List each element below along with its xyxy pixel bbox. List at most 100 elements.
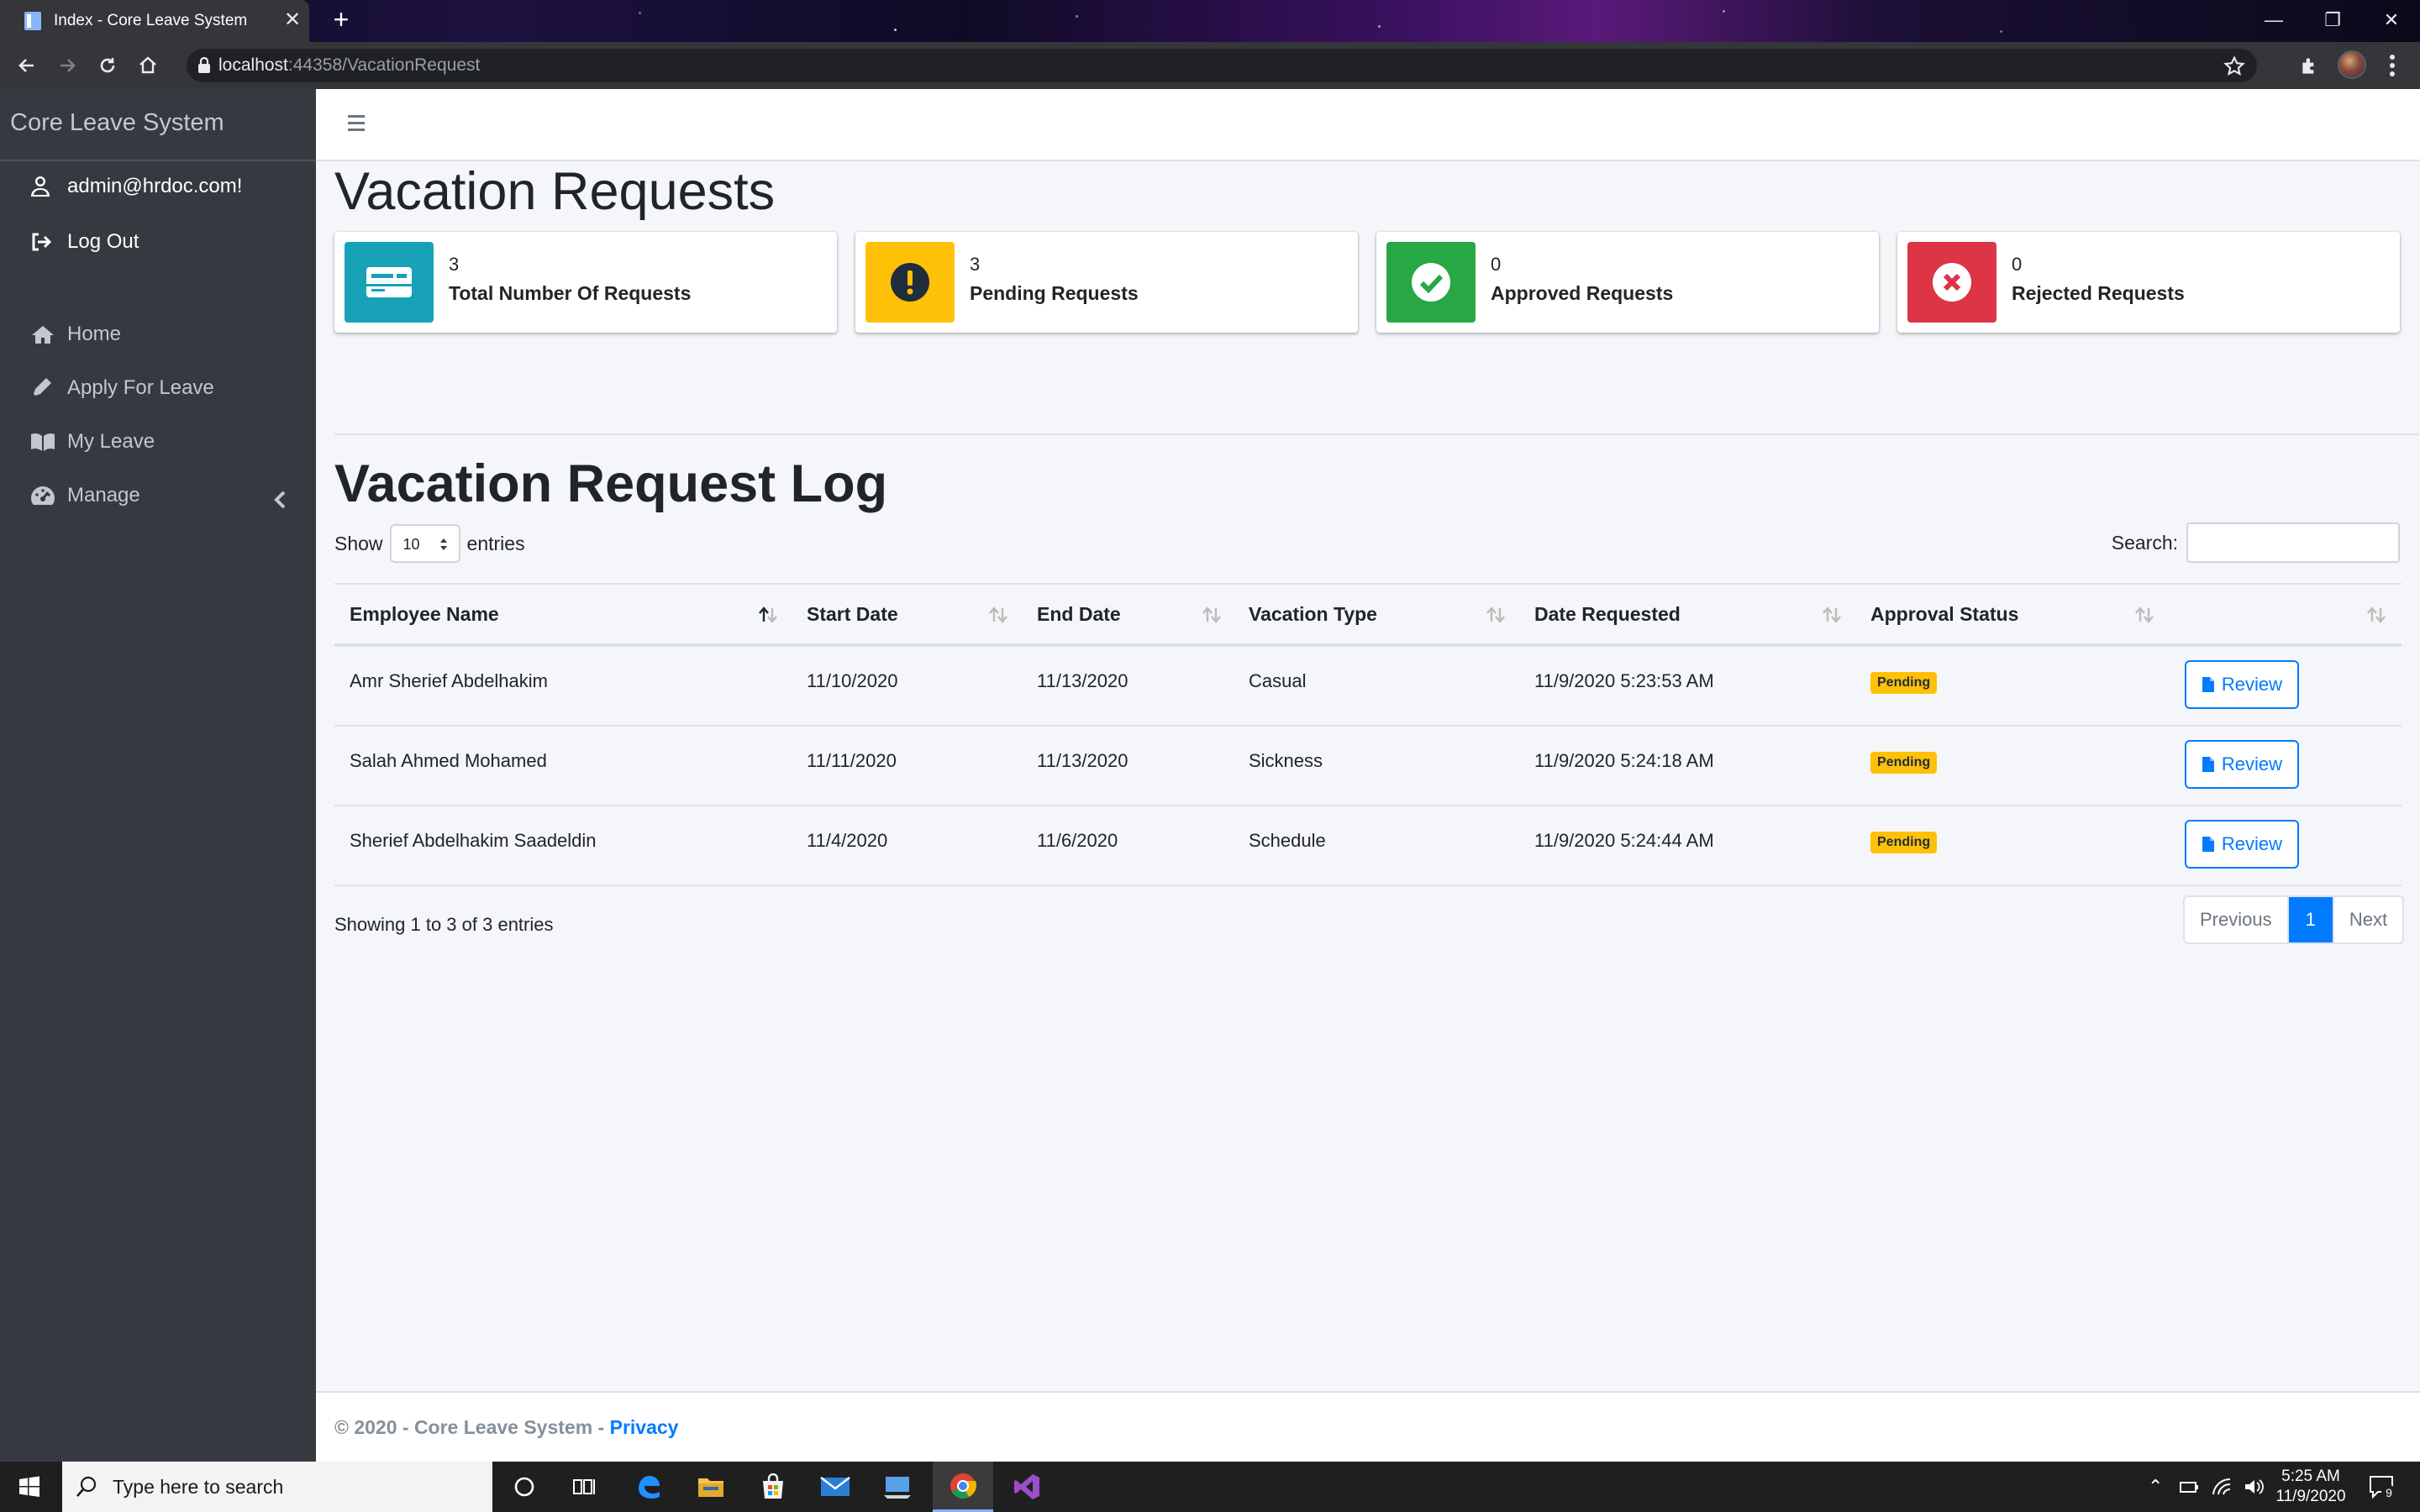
column-header-date-requested[interactable]: Date Requested	[1534, 603, 1681, 626]
search-input[interactable]	[2186, 522, 2400, 563]
new-tab-icon[interactable]: +	[328, 6, 355, 34]
cell-start-date: 11/10/2020	[807, 670, 898, 691]
sidebar-item-apply-for-leave[interactable]: Apply For Leave	[30, 370, 214, 407]
task-view-icon[interactable]	[555, 1462, 615, 1512]
copyright-text: © 2020 - Core Leave System -	[334, 1416, 610, 1438]
network-icon[interactable]	[2212, 1478, 2232, 1496]
search-icon	[76, 1476, 97, 1497]
stat-approved-requests: 0 Approved Requests	[1376, 232, 1879, 333]
brand-divider	[0, 160, 316, 161]
previous-page-button[interactable]: Previous	[2185, 897, 2287, 942]
store-icon[interactable]	[743, 1462, 803, 1512]
column-header-approval-status[interactable]: Approval Status	[1870, 603, 2018, 626]
sidebar-item-label: Manage	[67, 484, 140, 507]
sort-icon[interactable]	[2133, 605, 2156, 625]
chrome-icon[interactable]	[933, 1462, 993, 1512]
extensions-icon[interactable]	[2299, 55, 2321, 77]
system-tray: ⌃	[2148, 1462, 2265, 1512]
check-icon	[1386, 242, 1476, 323]
table-row: Sherief Abdelhakim Saadeldin 11/4/2020 1…	[334, 806, 2402, 886]
browser-tab-active[interactable]: Index - Core Leave System ✕	[0, 0, 309, 42]
stat-value: 0	[2012, 254, 2023, 275]
home-browser-icon[interactable]	[133, 50, 163, 81]
mail-icon[interactable]	[805, 1462, 865, 1512]
forward-icon[interactable]	[52, 50, 82, 81]
browser-menu-icon[interactable]	[2386, 52, 2398, 79]
brand-link[interactable]: Core Leave System	[10, 109, 224, 137]
windows-start-icon[interactable]	[0, 1462, 59, 1512]
privacy-link[interactable]: Privacy	[610, 1416, 679, 1438]
sort-asc-icon[interactable]	[756, 605, 780, 625]
top-navbar	[316, 89, 2420, 161]
visual-studio-icon[interactable]	[997, 1462, 1057, 1512]
file-icon	[2202, 837, 2214, 852]
sidebar-logout[interactable]: Log Out	[30, 223, 139, 260]
dashboard-icon	[30, 485, 55, 507]
edge-browser-icon[interactable]	[618, 1462, 679, 1512]
column-header-end-date[interactable]: End Date	[1037, 603, 1121, 626]
cell-date-requested: 11/9/2020 5:24:44 AM	[1534, 830, 1714, 851]
cell-employee-name: Sherief Abdelhakim Saadeldin	[350, 830, 597, 851]
taskbar-search-box[interactable]: Type here to search	[62, 1462, 492, 1512]
status-badge: Pending	[1870, 672, 1938, 694]
background-star	[1378, 25, 1381, 28]
sort-icon[interactable]	[1820, 605, 1844, 625]
review-button[interactable]: Review	[2185, 820, 2299, 869]
sort-icon[interactable]	[1200, 605, 1223, 625]
sidebar-item-manage[interactable]: Manage	[30, 477, 140, 514]
entries-select[interactable]: 10	[389, 524, 460, 563]
show-label: Show	[334, 532, 383, 554]
chevron-left-icon[interactable]	[271, 487, 291, 512]
exclamation-icon	[865, 242, 955, 323]
back-icon[interactable]	[12, 50, 42, 81]
cell-end-date: 11/13/2020	[1037, 670, 1128, 691]
entries-select-value: 10	[402, 536, 420, 553]
sort-icon[interactable]	[2365, 605, 2388, 625]
cell-end-date: 11/6/2020	[1037, 830, 1118, 851]
review-button[interactable]: Review	[2185, 740, 2299, 789]
table-row: Salah Ahmed Mohamed 11/11/2020 11/13/202…	[334, 727, 2402, 806]
page-number-button[interactable]: 1	[2286, 897, 2333, 942]
sidebar-item-home[interactable]: Home	[30, 316, 121, 353]
cell-employee-name: Amr Sherief Abdelhakim	[350, 670, 548, 691]
next-page-button[interactable]: Next	[2332, 897, 2402, 942]
battery-icon[interactable]	[2180, 1478, 2200, 1495]
app-icon[interactable]	[867, 1462, 928, 1512]
hamburger-menu-icon[interactable]	[346, 113, 371, 134]
action-center-icon[interactable]: 9	[2368, 1473, 2396, 1500]
entries-label: entries	[466, 532, 525, 554]
profile-avatar[interactable]	[2338, 50, 2366, 79]
restore-icon[interactable]: ❐	[2316, 3, 2349, 37]
sort-icon[interactable]	[986, 605, 1010, 625]
column-header-employee-name[interactable]: Employee Name	[350, 603, 499, 626]
sort-icon[interactable]	[1484, 605, 1507, 625]
file-icon	[2202, 757, 2214, 772]
browser-toolbar: localhost:44358/VacationRequest	[0, 42, 2420, 89]
sidebar-user[interactable]: admin@hrdoc.com!	[30, 168, 242, 205]
column-header-start-date[interactable]: Start Date	[807, 603, 898, 626]
file-explorer-icon[interactable]	[681, 1462, 741, 1512]
taskbar-clock[interactable]: 5:25 AM 11/9/2020	[2260, 1467, 2361, 1507]
minimize-icon[interactable]: —	[2257, 3, 2291, 37]
clock-date: 11/9/2020	[2275, 1488, 2346, 1505]
background-star	[894, 29, 897, 31]
bookmark-star-icon[interactable]	[2223, 55, 2245, 77]
sidebar-item-my-leave[interactable]: My Leave	[30, 423, 155, 460]
status-badge: Pending	[1870, 752, 1938, 774]
column-header-vacation-type[interactable]: Vacation Type	[1249, 603, 1377, 626]
entries-length-control: Show 10 entries	[334, 524, 525, 563]
tray-overflow-icon[interactable]: ⌃	[2148, 1476, 2163, 1498]
page-favicon-icon	[24, 12, 41, 30]
review-button[interactable]: Review	[2185, 660, 2299, 709]
reload-icon[interactable]	[92, 50, 123, 81]
stat-label: Total Number Of Requests	[449, 282, 692, 304]
stat-value: 3	[449, 254, 460, 275]
tab-close-icon[interactable]: ✕	[282, 8, 302, 32]
address-bar[interactable]: localhost:44358/VacationRequest	[187, 49, 2257, 82]
pencil-icon	[30, 377, 55, 399]
cortana-icon[interactable]	[494, 1462, 555, 1512]
close-window-icon[interactable]: ✕	[2375, 3, 2408, 37]
home-icon	[30, 323, 55, 345]
select-arrows-icon	[439, 538, 447, 550]
clock-time: 5:25 AM	[2281, 1467, 2340, 1485]
